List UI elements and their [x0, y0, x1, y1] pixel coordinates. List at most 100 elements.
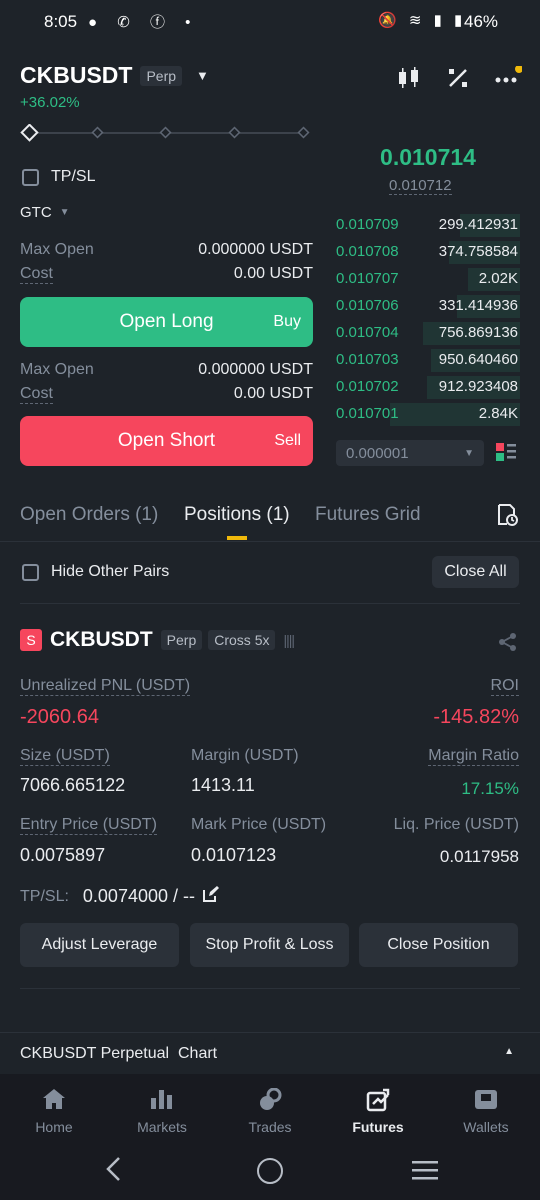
time-in-force-select[interactable]: GTC ▼	[20, 204, 70, 221]
max-open-value: 0.000000 USDT	[198, 241, 313, 258]
symbol-selector[interactable]: CKBUSDT Perp ▼	[20, 62, 209, 89]
bid-price: 0.010702	[336, 378, 399, 395]
orderbook-row[interactable]: 0.010702 912.923408	[334, 374, 520, 400]
chart-panel-toggle[interactable]: CKBUSDT Perpetual Chart ▲	[0, 1032, 540, 1074]
short-badge: S	[20, 629, 42, 651]
orderbook-row[interactable]: 0.010706 331.414936	[334, 293, 520, 319]
chart-panel-label: CKBUSDT Perpetual Chart	[20, 1045, 218, 1062]
bid-price: 0.010701	[336, 405, 399, 422]
liq-price-label: Liq. Price (USDT)	[393, 816, 519, 833]
tab-label: Open Orders (1)	[20, 504, 159, 525]
entry-price-value: 0.0075897	[20, 845, 106, 865]
tab-positions[interactable]: Positions (1)	[184, 504, 290, 540]
orderbook-row[interactable]: 0.010703 950.640460	[334, 347, 520, 373]
divider	[20, 988, 520, 989]
nav-markets[interactable]: Markets	[117, 1074, 207, 1146]
bottom-nav: Home Markets Trades Futures Wallets	[0, 1074, 540, 1146]
mark-price-label: Mark Price (USDT)	[191, 816, 327, 833]
tif-value: GTC	[20, 204, 52, 221]
signal-bars-icon: ||||	[283, 632, 295, 648]
sell-label: Sell	[274, 432, 301, 449]
roi-label[interactable]: ROI	[490, 677, 519, 696]
buy-label: Buy	[273, 313, 301, 330]
open-short-label: Open Short	[117, 430, 216, 451]
more-menu-icon[interactable]	[494, 65, 523, 90]
checkbox[interactable]	[22, 563, 39, 581]
share-icon[interactable]	[498, 632, 518, 652]
edit-icon[interactable]	[202, 886, 219, 907]
bid-price: 0.010707	[336, 270, 399, 287]
bid-price: 0.010709	[336, 216, 399, 233]
battery-level: 46%	[464, 12, 499, 31]
orderbook-row[interactable]: 0.010707 2.02K	[334, 266, 520, 292]
max-open-value: 0.000000 USDT	[198, 361, 313, 378]
mark-price[interactable]: 0.010712	[389, 177, 452, 195]
markets-icon	[150, 1088, 174, 1115]
perp-tag: Perp	[140, 65, 183, 86]
nav-label: Wallets	[463, 1119, 509, 1135]
caret-down-icon: ▼	[464, 447, 474, 459]
adjust-leverage-button[interactable]: Adjust Leverage	[20, 923, 179, 967]
orderbook-row[interactable]: 0.010708 374.758584	[334, 239, 520, 265]
nav-label: Home	[35, 1119, 73, 1135]
tpsl-label: TP/SL	[51, 168, 96, 185]
size-label[interactable]: Size (USDT)	[20, 747, 110, 766]
precision-value: 0.000001	[346, 444, 409, 462]
perp-tag: Perp	[160, 630, 203, 650]
bid-price: 0.010704	[336, 324, 399, 341]
nav-home[interactable]: Home	[9, 1074, 99, 1146]
orderbook-bids: 0.010709 299.412931 0.010708 374.758584 0.01…	[334, 212, 520, 428]
max-open-label: Max Open	[20, 241, 94, 258]
close-position-button[interactable]: Close Position	[359, 923, 518, 967]
status-time: 8:05	[44, 12, 78, 31]
size-value: 7066.665122	[20, 775, 126, 795]
book-layout-icon[interactable]	[496, 442, 516, 462]
bid-quantity: 331.414936	[438, 297, 518, 314]
bid-price: 0.010708	[336, 243, 399, 260]
precision-select[interactable]: 0.000001 ▼	[336, 440, 484, 466]
caret-down-icon: ▼	[196, 68, 209, 83]
active-tab-indicator	[227, 536, 247, 540]
orderbook-row[interactable]: 0.010701 2.84K	[334, 401, 520, 427]
tab-futures[interactable]: Futures Grid	[315, 504, 421, 526]
orderbook-row[interactable]: 0.010704 756.869136	[334, 320, 520, 346]
bid-price: 0.010706	[336, 297, 399, 314]
roi-value: -145.82%	[433, 706, 519, 728]
amount-slider[interactable]	[20, 123, 314, 142]
divider	[20, 603, 520, 604]
candlestick-icon[interactable]	[396, 66, 422, 90]
checkbox[interactable]	[22, 168, 39, 186]
recents-icon[interactable]	[412, 1160, 438, 1185]
notification-icons: ● ✆ ⓕ •	[88, 14, 199, 31]
open-long-button[interactable]: Open Long Buy	[20, 297, 313, 347]
symbol-title: CKBUSDT	[20, 62, 133, 88]
close-all-button[interactable]: Close All	[432, 556, 519, 588]
history-icon[interactable]	[496, 504, 518, 526]
home-circle-icon[interactable]	[257, 1158, 283, 1184]
nav-label: Trades	[248, 1119, 292, 1135]
stop-profit-loss-button[interactable]: Stop Profit & Loss	[190, 923, 349, 967]
bid-quantity: 912.923408	[438, 378, 518, 395]
caret-down-icon: ▼	[59, 207, 70, 218]
open-short-button[interactable]: Open Short Sell	[20, 416, 313, 466]
orderbook-row[interactable]: 0.010709 299.412931	[334, 212, 520, 238]
percent-icon[interactable]	[446, 66, 470, 90]
nav-futures[interactable]: Futures	[333, 1074, 423, 1146]
pnl-label[interactable]: Unrealized PNL (USDT)	[20, 677, 191, 696]
tpsl-checkbox[interactable]: TP/SL	[22, 168, 95, 186]
bid-quantity: 299.412931	[438, 216, 518, 233]
divider	[0, 541, 540, 542]
nav-label: Futures	[352, 1119, 404, 1135]
open-long-label: Open Long	[119, 311, 214, 332]
tab-open[interactable]: Open Orders (1)	[20, 504, 158, 526]
margin-ratio-label[interactable]: Margin Ratio	[428, 747, 519, 766]
bid-quantity: 2.84K	[478, 405, 518, 422]
back-icon[interactable]	[104, 1156, 124, 1187]
nav-trades[interactable]: Trades	[225, 1074, 315, 1146]
position-header: S CKBUSDT Perp Cross 5x ||||	[20, 628, 295, 652]
hide-other-pairs-checkbox[interactable]: Hide Other Pairs	[22, 563, 169, 581]
bid-quantity: 374.758584	[438, 243, 518, 260]
entry-price-label[interactable]: Entry Price (USDT)	[20, 816, 157, 835]
nav-wallets[interactable]: Wallets	[441, 1074, 531, 1146]
wallets-icon	[474, 1088, 498, 1115]
